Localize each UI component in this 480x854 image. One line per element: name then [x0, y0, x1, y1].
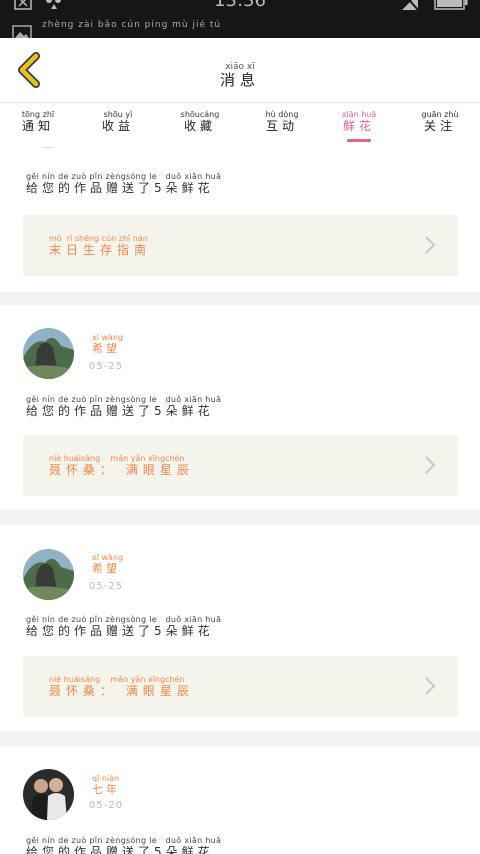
user-name[interactable]: xī wàng 希望	[92, 553, 123, 575]
tab-interactions[interactable]: hù dòng 互动	[242, 110, 322, 134]
message-card: 05-25 gěi nín de zuò pǐn zèngsòng le duǒ…	[0, 147, 480, 292]
message-text: gěi nín de zuò pǐn zèngsòng le duǒ xiān …	[26, 836, 221, 854]
work-title-pinyin: mò rì shēng cún zhǐ nán	[49, 234, 148, 243]
tab-label: 收益	[101, 119, 134, 133]
image-notification-icon	[12, 25, 32, 38]
work-link[interactable]: niè huáisāng mǎn yǎn xīngchén 聂怀桑： 满眼星辰	[23, 435, 458, 496]
status-bar: 13:36 zhèng zài bǎo cún píng mù jié tú	[0, 0, 480, 38]
page-title: xiāo xī 消息	[0, 54, 480, 89]
message-date: 05-25	[89, 581, 124, 592]
message-text: gěi nín de zuò pǐn zèngsòng le duǒ xiān …	[26, 615, 221, 638]
message-text: gěi nín de zuò pǐn zèngsòng le duǒ xiān …	[26, 395, 221, 418]
tab-notifications[interactable]: tōng zhī 通知	[0, 110, 78, 134]
message-date: 05-25	[89, 361, 124, 372]
avatar[interactable]	[23, 328, 74, 379]
tab-bar: tōng zhī 通知 shōu yì 收益 shōucáng 收藏 hù dò…	[0, 103, 480, 147]
tab-label: 收藏	[183, 119, 216, 133]
work-title: niè huáisāng mǎn yǎn xīngchén 聂怀桑： 满眼星辰	[49, 454, 194, 477]
user-name[interactable]: qī nián 七年	[92, 774, 120, 796]
work-title-text: 末日生存指南	[49, 243, 152, 257]
tab-pinyin: tōng zhī	[21, 110, 55, 119]
user-name[interactable]: xī wàng 希望	[92, 333, 123, 355]
tab-pinyin: shōucáng	[180, 110, 220, 119]
tab-pinyin: guān zhù	[421, 110, 459, 119]
notification-text: zhèng zài bǎo cún píng mù jié tú	[42, 20, 222, 30]
chevron-right-icon	[425, 677, 436, 695]
chevron-right-icon	[425, 456, 436, 474]
message-text-pinyin: gěi nín de zuò pǐn zèngsòng le duǒ xiān …	[26, 172, 222, 181]
work-title-text: 聂怀桑： 满眼星辰	[49, 684, 194, 698]
tab-label: 互动	[265, 119, 298, 133]
work-title-pinyin: niè huáisāng mǎn yǎn xīngchén	[49, 454, 185, 463]
work-title-pinyin: niè huáisāng mǎn yǎn xīngchén	[49, 675, 185, 684]
message-text-content: 给您的作品赠送了5朵鲜花	[26, 181, 214, 195]
tab-pinyin: xiān huā	[341, 110, 377, 119]
avatar[interactable]	[23, 147, 74, 148]
message-card: xī wàng 希望 05-25 gěi nín de zuò pǐn zèng…	[0, 525, 480, 731]
user-name-pinyin: xī wàng	[92, 333, 124, 342]
message-card: qī nián 七年 05-20 gěi nín de zuò pǐn zèng…	[0, 746, 480, 854]
message-text-pinyin: gěi nín de zuò pǐn zèngsòng le duǒ xiān …	[26, 395, 222, 404]
work-title: mò rì shēng cún zhǐ nán 末日生存指南	[49, 234, 151, 257]
message-text-content: 给您的作品赠送了5朵鲜花	[26, 404, 214, 418]
work-title: niè huáisāng mǎn yǎn xīngchén 聂怀桑： 满眼星辰	[49, 675, 194, 698]
message-text-pinyin: gěi nín de zuò pǐn zèngsòng le duǒ xiān …	[26, 615, 222, 624]
tab-favorites[interactable]: shōucáng 收藏	[160, 110, 240, 134]
battery-icon	[434, 0, 468, 10]
message-date: 05-20	[89, 800, 124, 811]
user-name-text: 七年	[92, 783, 120, 796]
chevron-right-icon	[425, 236, 436, 254]
message-list[interactable]: 05-25 gěi nín de zuò pǐn zèngsòng le duǒ…	[0, 147, 480, 854]
message-card: xī wàng 希望 05-25 gěi nín de zuò pǐn zèng…	[0, 305, 480, 510]
user-name-text: 希望	[92, 562, 120, 575]
tab-earnings[interactable]: shōu yì 收益	[78, 110, 158, 134]
avatar[interactable]	[23, 549, 74, 600]
tab-following[interactable]: guān zhù 关注	[400, 110, 480, 134]
message-text-content: 给您的作品赠送了5朵鲜花	[26, 624, 214, 638]
user-name-pinyin: qī nián	[92, 774, 120, 783]
tab-label: 鲜花	[342, 119, 375, 133]
message-text-pinyin: gěi nín de zuò pǐn zèngsòng le duǒ xiān …	[26, 836, 222, 845]
header: xiāo xī 消息	[0, 38, 480, 103]
tab-label: 关注	[423, 119, 456, 133]
work-link[interactable]: mò rì shēng cún zhǐ nán 末日生存指南	[23, 215, 458, 276]
message-text-content: 给您的作品赠送了5朵鲜花	[26, 845, 214, 854]
tab-pinyin: hù dòng	[265, 110, 299, 119]
tab-label: 通知	[21, 119, 54, 133]
signal-off-icon	[402, 0, 419, 11]
user-name-pinyin: xī wàng	[92, 553, 124, 562]
page-title-text: 消息	[219, 71, 260, 89]
message-text: gěi nín de zuò pǐn zèngsòng le duǒ xiān …	[26, 172, 221, 195]
active-tab-indicator	[347, 139, 371, 142]
user-name-text: 希望	[92, 342, 120, 355]
avatar[interactable]	[23, 769, 74, 820]
work-title-text: 聂怀桑： 满眼星辰	[49, 463, 194, 477]
tab-flowers[interactable]: xiān huā 鲜花	[319, 110, 399, 134]
tab-pinyin: shōu yì	[103, 110, 133, 119]
work-link[interactable]: niè huáisāng mǎn yǎn xīngchén 聂怀桑： 满眼星辰	[23, 656, 458, 717]
